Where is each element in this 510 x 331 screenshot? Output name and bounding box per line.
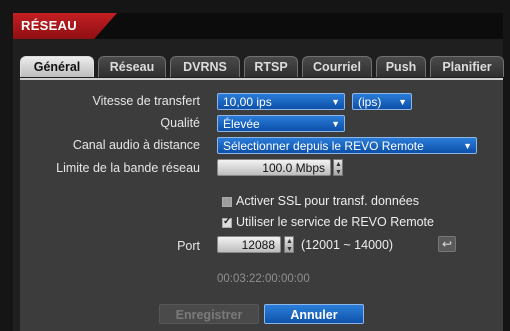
quality-value: Élevée [223, 117, 260, 131]
bandwidth-limit-field[interactable]: 100.0 Mbps [217, 159, 331, 176]
port-label: Port [177, 239, 200, 253]
tab-reseau[interactable]: Réseau [98, 56, 166, 77]
window-title: RÉSEAU [21, 18, 77, 33]
speed-unit-value: (ips) [358, 95, 382, 109]
remote-audio-value: Sélectionner depuis le REVO Remote [223, 139, 424, 153]
quality-dropdown[interactable]: Élevée ▼ [217, 115, 345, 132]
title-tab: RÉSEAU [13, 13, 117, 39]
save-button[interactable]: Enregistrer [159, 304, 259, 324]
stepper-up-icon: ▲ [335, 161, 342, 168]
tab-general[interactable]: Général [20, 56, 94, 77]
remote-audio-label: Canal audio à distance [72, 138, 200, 152]
title-bar: RÉSEAU [13, 13, 503, 39]
mac-address: 00:03:22:00:00:00 [217, 273, 310, 285]
tab-push[interactable]: Push [376, 56, 426, 77]
bandwidth-stepper[interactable]: ▲ ▼ [333, 159, 343, 176]
tab-dvrns[interactable]: DVRNS [170, 56, 240, 77]
chevron-down-icon: ▼ [331, 119, 340, 129]
stepper-up-icon: ▲ [286, 238, 293, 245]
bandwidth-limit-label: Limite de la bande réseau [56, 161, 200, 175]
tab-bar: Général Réseau DVRNS RTSP Courriel Push … [20, 56, 504, 78]
chevron-down-icon: ▼ [463, 141, 472, 151]
transfer-speed-label: Vitesse de transfert [92, 94, 200, 108]
transfer-speed-value: 10,00 ips [223, 95, 272, 109]
remote-audio-dropdown[interactable]: Sélectionner depuis le REVO Remote ▼ [217, 137, 477, 154]
chevron-down-icon: ▼ [331, 97, 340, 107]
cancel-button[interactable]: Annuler [264, 304, 364, 324]
tab-planifier[interactable]: Planifier [430, 56, 504, 77]
stepper-down-icon: ▼ [286, 246, 293, 253]
revo-remote-checkbox-label: Utiliser le service de REVO Remote [236, 215, 434, 229]
stepper-down-icon: ▼ [335, 169, 342, 176]
ssl-checkbox-label: Activer SSL pour transf. données [236, 194, 419, 208]
speed-unit-dropdown[interactable]: (ips) ▼ [352, 93, 412, 110]
tab-rtsp[interactable]: RTSP [244, 56, 298, 77]
reset-port-button[interactable]: ↩ [438, 236, 456, 252]
port-stepper[interactable]: ▲ ▼ [284, 236, 294, 253]
quality-label: Qualité [160, 116, 200, 130]
tab-courriel[interactable]: Courriel [302, 56, 372, 77]
network-settings-window: RÉSEAU Général Réseau DVRNS RTSP Courrie… [0, 0, 510, 331]
transfer-speed-dropdown[interactable]: 10,00 ips ▼ [217, 93, 345, 110]
undo-icon: ↩ [441, 237, 453, 251]
revo-remote-checkbox[interactable] [222, 216, 232, 228]
ssl-checkbox[interactable] [222, 197, 232, 207]
port-field[interactable]: 12088 [217, 236, 281, 253]
port-range: (12001 ~ 14000) [301, 238, 394, 252]
chevron-down-icon: ▼ [398, 97, 407, 107]
